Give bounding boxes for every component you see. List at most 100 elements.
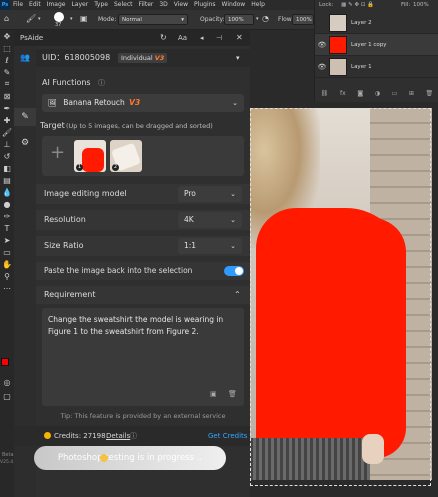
shape-tool-icon[interactable]: ▭ xyxy=(0,246,14,258)
ai-functions-header: AI Functions ⓘ xyxy=(36,76,250,90)
mode-select[interactable]: Normal ▾ xyxy=(118,14,188,25)
back-icon[interactable]: ◂ xyxy=(200,30,204,46)
flow-field[interactable]: 100% xyxy=(292,14,314,25)
stamp-tool-icon[interactable]: ⊥ xyxy=(0,138,14,150)
progress-button[interactable]: Photoshop testing is in progress .. xyxy=(34,446,226,470)
requirement-textarea[interactable]: Change the sweatshirt the model is weari… xyxy=(42,308,244,406)
layer-row[interactable]: 👁 Layer 1 xyxy=(315,56,438,78)
menu-plugins[interactable]: Plugins xyxy=(191,0,219,10)
details-link[interactable]: Details xyxy=(106,426,130,446)
edit-tab-icon[interactable]: ✎ xyxy=(14,108,36,126)
gradient-tool-icon[interactable]: ▤ xyxy=(0,174,14,186)
trash-icon[interactable]: 🗑 xyxy=(426,90,434,97)
menu-3d[interactable]: 3D xyxy=(156,0,170,10)
target-thumb-2[interactable]: 2 xyxy=(110,140,142,172)
settings-gear-icon[interactable]: ⚙ xyxy=(14,134,36,152)
model-select[interactable]: Pro ⌄ xyxy=(178,186,242,202)
resolution-select[interactable]: 4K ⌄ xyxy=(178,212,242,228)
size-ratio-select[interactable]: 1:1 ⌄ xyxy=(178,238,242,254)
beta-label: Beta xyxy=(2,452,14,458)
target-label: Target xyxy=(40,121,65,130)
refresh-icon[interactable]: ↻ xyxy=(160,30,167,46)
requirement-text: Change the sweatshirt the model is weari… xyxy=(48,315,224,336)
quick-mask-icon[interactable]: ◎ xyxy=(0,376,14,388)
new-layer-icon[interactable]: ⊞ xyxy=(409,90,414,97)
marquee-tool-icon[interactable]: ⬚ xyxy=(0,42,14,54)
function-selected: Banana Retouch xyxy=(63,98,125,107)
lock-icons[interactable]: ▦ ✎ ✥ ⊡ 🔒 xyxy=(341,2,374,8)
layer-row[interactable]: Layer 2 xyxy=(315,12,438,34)
menu-layer[interactable]: Layer xyxy=(68,0,91,10)
menu-filter[interactable]: Filter xyxy=(136,0,157,10)
foreground-color[interactable] xyxy=(1,358,9,366)
brush-tool-icon[interactable]: 🖌 xyxy=(26,14,36,23)
frame-tool-icon[interactable]: ⊠ xyxy=(0,90,14,102)
folder-icon[interactable]: ▭ xyxy=(392,90,398,97)
path-select-tool-icon[interactable]: ➤ xyxy=(0,234,14,246)
chevron-down-icon[interactable]: ▾ xyxy=(236,49,240,67)
fill-value[interactable]: 100% xyxy=(413,0,429,10)
menu-type[interactable]: Type xyxy=(91,0,111,10)
eye-icon[interactable]: 👁 xyxy=(315,41,329,49)
brush-settings-icon[interactable]: ▣ xyxy=(80,14,88,23)
target-dropzone[interactable]: + 1 2 xyxy=(42,136,244,176)
home-icon[interactable]: ⌂ xyxy=(4,14,9,23)
type-tool-icon[interactable]: T xyxy=(0,222,14,234)
target-thumb-1[interactable]: 1 xyxy=(74,140,106,172)
menu-help[interactable]: Help xyxy=(248,0,268,10)
menu-window[interactable]: Window xyxy=(219,0,249,10)
brush-preview-icon[interactable] xyxy=(54,12,64,22)
plan-label: Individual xyxy=(121,54,155,62)
blur-tool-icon[interactable]: 💧 xyxy=(0,186,14,198)
fx-icon[interactable]: fx xyxy=(340,90,346,97)
add-image-icon[interactable]: + xyxy=(50,142,65,163)
pin-icon[interactable]: ⊣ xyxy=(216,30,222,46)
coin-icon xyxy=(44,432,51,439)
chevron-down-icon[interactable]: ▾ xyxy=(256,16,259,22)
chevron-down-icon[interactable]: ▾ xyxy=(38,16,41,22)
lasso-tool-icon[interactable]: ℓ xyxy=(0,54,14,66)
layer-row[interactable]: 👁 Layer 1 copy xyxy=(315,34,438,56)
get-credits-link[interactable]: Get Credits xyxy=(208,426,247,446)
link-icon[interactable]: ⛓ xyxy=(321,90,329,97)
thumb-red-fill xyxy=(82,148,104,172)
requirement-header: Requirement ⌃ xyxy=(36,286,250,304)
chevron-up-icon[interactable]: ⌃ xyxy=(234,286,241,304)
menu-image[interactable]: Image xyxy=(44,0,69,10)
paste-back-toggle[interactable] xyxy=(224,266,244,276)
menu-view[interactable]: View xyxy=(171,0,191,10)
info-icon[interactable]: ⓘ xyxy=(98,76,105,90)
hand-tool-icon[interactable]: ✋ xyxy=(0,258,14,270)
eraser-tool-icon[interactable]: ◧ xyxy=(0,162,14,174)
canvas-image[interactable] xyxy=(250,108,432,480)
image-insert-icon[interactable]: ▣ xyxy=(210,390,217,398)
image-skirt xyxy=(250,438,370,480)
eye-icon[interactable]: 👁 xyxy=(315,63,329,71)
pen-tool-icon[interactable]: ✑ xyxy=(0,210,14,222)
menu-select[interactable]: Select xyxy=(111,0,136,10)
opacity-field[interactable]: 100% xyxy=(224,14,254,25)
chevron-down-icon[interactable]: ▾ xyxy=(70,16,73,22)
healing-tool-icon[interactable]: ✚ xyxy=(0,114,14,126)
function-select[interactable]: 🖼 Banana Retouch V3 ⌄ xyxy=(42,94,244,112)
move-tool-icon[interactable]: ✥ xyxy=(0,30,14,42)
zoom-tool-icon[interactable]: ⚲ xyxy=(0,270,14,282)
brush-tool-icon[interactable]: 🖌 xyxy=(0,126,14,138)
pressure-opacity-icon[interactable]: ◔ xyxy=(262,14,269,23)
quick-select-tool-icon[interactable]: ✎ xyxy=(0,66,14,78)
mask-icon[interactable]: ◙ xyxy=(357,90,363,97)
menu-file[interactable]: File xyxy=(10,0,26,10)
trash-icon[interactable]: 🗑 xyxy=(228,390,237,398)
size-ratio-value: 1:1 xyxy=(184,241,197,250)
eyedropper-tool-icon[interactable]: ✒ xyxy=(0,102,14,114)
more-tools-icon[interactable]: ⋯ xyxy=(0,282,14,294)
screen-mode-icon[interactable]: ▢ xyxy=(0,390,14,402)
menu-edit[interactable]: Edit xyxy=(26,0,44,10)
info-icon[interactable]: ⓘ xyxy=(130,426,137,446)
dodge-tool-icon[interactable]: ● xyxy=(0,198,14,210)
history-brush-icon[interactable]: ↺ xyxy=(0,150,14,162)
close-icon[interactable]: ✕ xyxy=(236,30,243,46)
font-size-button[interactable]: Aa xyxy=(178,30,187,46)
crop-tool-icon[interactable]: ⌗ xyxy=(0,78,14,90)
adjustment-icon[interactable]: ◑ xyxy=(375,90,380,97)
